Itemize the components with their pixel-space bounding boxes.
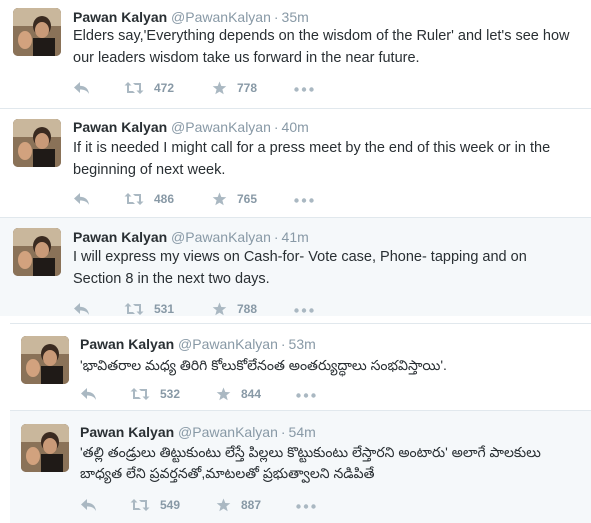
star-icon — [216, 498, 231, 512]
user-name[interactable]: Pawan Kalyan — [73, 229, 167, 245]
star-icon — [216, 387, 231, 401]
star-icon — [212, 302, 227, 316]
favorite-button[interactable]: 887 — [216, 498, 261, 512]
separator: · — [280, 336, 286, 352]
star-icon — [212, 192, 227, 206]
tweet[interactable]: Pawan Kalyan @PawanKalyan · 54m 'తల్లి తండ… — [10, 410, 591, 523]
favorite-count: 765 — [237, 192, 258, 206]
more-button[interactable] — [296, 393, 316, 398]
tweet-text: If it is needed I might call for a press… — [73, 140, 551, 178]
more-icon — [296, 393, 316, 398]
favorite-count: 778 — [237, 81, 258, 95]
favorite-count: 887 — [241, 498, 262, 512]
user-handle[interactable]: @PawanKalyan — [178, 336, 278, 352]
tweet-text: 'తల్లి తండ్రులు తిట్టుకుంటు లేస్తే పిల్ల… — [80, 444, 541, 481]
retweet-icon — [130, 388, 150, 400]
favorite-button[interactable]: 788 — [212, 302, 257, 316]
user-handle[interactable]: @PawanKalyan — [171, 9, 271, 25]
avatar[interactable] — [13, 8, 61, 56]
tweet-actions: 472 778 — [73, 81, 373, 97]
tweet[interactable]: Pawan Kalyan @PawanKalyan · 41m I will exp… — [0, 218, 591, 316]
retweet-count: 532 — [160, 387, 181, 401]
more-icon — [294, 198, 314, 203]
tweet-actions: 531 788 — [73, 302, 373, 316]
avatar[interactable] — [13, 119, 61, 167]
tweet[interactable]: Pawan Kalyan @PawanKalyan · 53m 'భావితరాల … — [10, 323, 591, 409]
tweet-actions: 532 844 — [80, 387, 380, 403]
retweet-icon — [124, 193, 144, 205]
retweet-icon — [124, 303, 144, 315]
avatar[interactable] — [13, 228, 61, 276]
separator: · — [280, 424, 286, 440]
star-icon — [212, 81, 227, 95]
reply-button[interactable] — [80, 387, 97, 401]
retweet-count: 549 — [160, 498, 181, 512]
avatar[interactable] — [21, 424, 69, 472]
retweet-icon — [130, 499, 150, 511]
retweet-button[interactable]: 532 — [130, 387, 180, 401]
reply-icon — [74, 82, 89, 94]
favorite-button[interactable]: 844 — [216, 387, 261, 401]
user-name[interactable]: Pawan Kalyan — [73, 119, 167, 135]
timestamp[interactable]: 40m — [282, 119, 309, 135]
more-button[interactable] — [294, 308, 314, 313]
reply-button[interactable] — [80, 498, 97, 512]
tweet-header: Pawan Kalyan @PawanKalyan · 53m — [80, 335, 316, 353]
user-name[interactable]: Pawan Kalyan — [73, 9, 167, 25]
retweet-button[interactable]: 549 — [130, 498, 180, 512]
retweet-button[interactable]: 472 — [124, 81, 174, 95]
separator: · — [273, 9, 279, 25]
more-icon — [296, 504, 316, 509]
timestamp[interactable]: 41m — [282, 229, 309, 245]
more-button[interactable] — [294, 198, 314, 203]
favorite-count: 844 — [241, 387, 262, 401]
tweet[interactable]: Pawan Kalyan @PawanKalyan · 35m Elders say… — [0, 0, 591, 108]
tweet-actions: 486 765 — [73, 192, 373, 208]
reply-icon — [81, 499, 96, 511]
retweet-button[interactable]: 486 — [124, 192, 174, 206]
timestamp[interactable]: 53m — [289, 336, 316, 352]
more-icon — [294, 308, 314, 313]
tweet-header: Pawan Kalyan @PawanKalyan · 35m — [73, 8, 309, 26]
more-button[interactable] — [296, 504, 316, 509]
reply-button[interactable] — [73, 302, 90, 316]
tweet-text: I will express my views on Cash-for- Vot… — [73, 249, 527, 287]
tweet[interactable]: Pawan Kalyan @PawanKalyan · 40m If it is n… — [0, 109, 591, 217]
retweet-count: 531 — [154, 302, 175, 316]
separator: · — [273, 229, 279, 245]
tweet-header: Pawan Kalyan @PawanKalyan · 54m — [80, 423, 316, 441]
user-name[interactable]: Pawan Kalyan — [80, 424, 174, 440]
tweet-header: Pawan Kalyan @PawanKalyan · 40m — [73, 118, 309, 136]
timestamp[interactable]: 54m — [289, 424, 316, 440]
tweet-header: Pawan Kalyan @PawanKalyan · 41m — [73, 228, 309, 246]
reply-icon — [74, 303, 89, 315]
more-button[interactable] — [294, 87, 314, 92]
favorite-button[interactable]: 765 — [212, 192, 257, 206]
user-handle[interactable]: @PawanKalyan — [171, 119, 271, 135]
favorite-button[interactable]: 778 — [212, 81, 257, 95]
reply-icon — [81, 388, 96, 400]
avatar[interactable] — [21, 336, 69, 384]
user-name[interactable]: Pawan Kalyan — [80, 336, 174, 352]
retweet-icon — [124, 82, 144, 94]
user-handle[interactable]: @PawanKalyan — [171, 229, 271, 245]
reply-button[interactable] — [73, 192, 90, 206]
tweet-text: 'భావితరాల మధ్య తిరిగి కోలుకోలేనంత అంతర్య… — [80, 357, 447, 373]
user-handle[interactable]: @PawanKalyan — [178, 424, 278, 440]
retweet-button[interactable]: 531 — [124, 302, 174, 316]
timestamp[interactable]: 35m — [282, 9, 309, 25]
more-icon — [294, 87, 314, 92]
retweet-count: 486 — [154, 192, 175, 206]
separator: · — [273, 119, 279, 135]
tweet-text: Elders say,'Everything depends on the wi… — [73, 28, 570, 66]
favorite-count: 788 — [237, 302, 258, 316]
reply-button[interactable] — [73, 81, 90, 95]
retweet-count: 472 — [154, 81, 175, 95]
reply-icon — [74, 193, 89, 205]
tweet-actions: 549 887 — [80, 498, 380, 514]
